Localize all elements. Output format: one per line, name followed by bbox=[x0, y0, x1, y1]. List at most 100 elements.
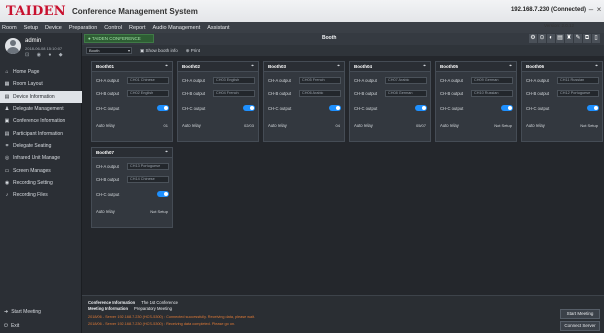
exit-label: Exit bbox=[10, 323, 20, 329]
menu-control[interactable]: Control bbox=[104, 25, 122, 31]
exit-button[interactable]: ⏻ Exit bbox=[0, 320, 82, 332]
ch-c-toggle[interactable] bbox=[157, 105, 169, 111]
ch-b-select[interactable]: CH12 Portuguese bbox=[557, 90, 599, 97]
pin-icon[interactable]: ⌖ bbox=[165, 63, 168, 69]
sidebar-item-home-page[interactable]: ⌂ Home Page bbox=[0, 66, 82, 78]
pin-icon[interactable]: ⌖ bbox=[251, 63, 254, 69]
conference-icon: ▣ bbox=[4, 118, 10, 125]
user-status-icons[interactable]: ⊡ ◉ ● ◆ bbox=[25, 52, 66, 58]
ch-b-select[interactable]: CH08 German bbox=[385, 90, 427, 97]
ch-a-select[interactable]: CH01 Chinese bbox=[127, 77, 169, 84]
home-icon: ⌂ bbox=[5, 69, 9, 76]
panel-icon[interactable]: ▯ bbox=[592, 34, 600, 43]
pin-icon[interactable]: ⌖ bbox=[509, 63, 512, 69]
booth-grid: Booth01 ⌖ CH-A output CH01 Chinese CH-B ou… bbox=[82, 56, 604, 328]
user-name: admin bbox=[25, 38, 42, 44]
sidebar-item-label: Delegate Seating bbox=[13, 142, 52, 149]
ch-b-select[interactable]: CH10 Russian bbox=[471, 90, 513, 97]
sidebar-item-participant-information[interactable]: ▤ Participant Information bbox=[0, 127, 82, 139]
pin-icon[interactable]: ⌖ bbox=[337, 63, 340, 69]
ch-c-toggle[interactable] bbox=[501, 105, 513, 111]
ch-a-label: CH-A output bbox=[268, 78, 291, 83]
minimize-icon[interactable]: – bbox=[587, 5, 595, 15]
ch-c-toggle[interactable] bbox=[587, 105, 599, 111]
ch-c-toggle[interactable] bbox=[243, 105, 255, 111]
sidebar-item-label: Recording Setting bbox=[13, 179, 53, 186]
sidebar-item-recording-setting[interactable]: ◉ Recording Setting bbox=[0, 177, 82, 189]
ch-c-toggle[interactable] bbox=[157, 191, 169, 197]
ch-a-select[interactable]: CH09 German bbox=[471, 77, 513, 84]
ch-b-label: CH-B output bbox=[440, 91, 464, 96]
ch-a-select[interactable]: CH11 Russian bbox=[557, 77, 599, 84]
ch-a-select[interactable]: CH05 French bbox=[299, 77, 341, 84]
ch-b-select[interactable]: CH04 French bbox=[213, 90, 255, 97]
ch-b-select[interactable]: CH06 Arabic bbox=[299, 90, 341, 97]
tower-icon[interactable]: ♜ bbox=[565, 34, 573, 43]
ch-b-label: CH-B output bbox=[526, 91, 550, 96]
sidebar-item-delegate-management[interactable]: ♟ Delegate Management bbox=[0, 103, 82, 115]
meeting-info-value: Preparatory Meeting bbox=[134, 306, 172, 311]
sidebar-item-label: Room Layout bbox=[13, 81, 43, 88]
sidebar-item-label: Conference Information bbox=[13, 118, 66, 125]
ch-a-select[interactable]: CH13 Portuguese bbox=[127, 163, 169, 170]
booth-title: Booth06 bbox=[526, 64, 544, 69]
ch-c-toggle[interactable] bbox=[415, 105, 427, 111]
show-booth-info-button[interactable]: ▣ Show booth info bbox=[140, 48, 178, 54]
target-icon[interactable]: ⊙ bbox=[538, 34, 546, 43]
copy-icon[interactable]: ⧉ bbox=[583, 34, 591, 43]
pin-icon[interactable]: ⌖ bbox=[165, 149, 168, 155]
info-bar: Conference Information The 1st Conference… bbox=[82, 295, 604, 333]
sidebar-item-delegate-seating[interactable]: ⌗ Delegate Seating bbox=[0, 140, 82, 152]
auto-relay-value: 05/07 bbox=[415, 123, 426, 128]
title-bar: TAIDEN Conference Management System 192.… bbox=[0, 0, 604, 22]
edit-icon[interactable]: ✎ bbox=[574, 34, 582, 43]
ch-a-select[interactable]: CH07 Arabic bbox=[385, 77, 427, 84]
booth-title: Booth01 bbox=[96, 64, 114, 69]
record-icon: ◉ bbox=[4, 179, 10, 186]
sidebar-item-recording-files[interactable]: ♪ Recording Files bbox=[0, 189, 82, 201]
pin-icon[interactable]: ⌖ bbox=[423, 63, 426, 69]
booth-select[interactable]: Booth bbox=[86, 47, 132, 54]
booth-title: Booth05 bbox=[440, 64, 458, 69]
start-meeting-side-button[interactable]: ➜ Start Meeting bbox=[0, 306, 82, 318]
ch-b-label: CH-B output bbox=[268, 91, 292, 96]
sidebar-item-infrared-unit-manage[interactable]: ◎ Infrared Unit Manage bbox=[0, 152, 82, 164]
auto-relay-label: Auto relay bbox=[354, 123, 373, 128]
sidebar-item-room-layout[interactable]: ▦ Room Layout bbox=[0, 78, 82, 90]
sidebar-item-screen-manages[interactable]: ▭ Screen Manages bbox=[0, 164, 82, 176]
menu-assistant[interactable]: Assistant bbox=[207, 25, 229, 31]
sidebar-item-label: Participant Information bbox=[13, 130, 64, 137]
menu-setup[interactable]: Setup bbox=[24, 25, 38, 31]
menu-audio-management[interactable]: Audio Management bbox=[153, 25, 201, 31]
ch-a-label: CH-A output bbox=[354, 78, 377, 83]
booth-title: Booth03 bbox=[268, 64, 286, 69]
taiden-logo: TAIDEN bbox=[6, 3, 66, 19]
exit-icon: ⏻ bbox=[4, 323, 8, 329]
pin-icon[interactable]: ⌖ bbox=[595, 63, 598, 69]
ch-c-toggle[interactable] bbox=[329, 105, 341, 111]
seating-icon: ⌗ bbox=[5, 142, 9, 149]
menu-preparation[interactable]: Preparation bbox=[69, 25, 97, 31]
connect-server-button[interactable]: Connect Server bbox=[560, 321, 600, 331]
ch-a-select[interactable]: CH03 English bbox=[213, 77, 255, 84]
top-strip: ● TAIDEN CONFERENCE Booth ⚙ ⊙ ◐ ▤ ♜ ✎ ⧉ … bbox=[82, 23, 604, 45]
grid-icon[interactable]: ▤ bbox=[556, 34, 564, 43]
ch-a-label: CH-A output bbox=[526, 78, 549, 83]
ch-c-label: CH-C output bbox=[440, 106, 464, 111]
close-icon[interactable]: × bbox=[595, 5, 603, 15]
ch-b-select[interactable]: CH02 English bbox=[127, 90, 169, 97]
ch-b-label: CH-B output bbox=[96, 177, 120, 182]
conference-info-value: The 1st Conference bbox=[141, 300, 179, 305]
sidebar-item-device-information[interactable]: ▤ Device Information bbox=[0, 90, 82, 103]
menu-report[interactable]: Report bbox=[129, 25, 146, 31]
menu-room[interactable]: Room bbox=[2, 25, 17, 31]
start-meeting-button[interactable]: Start Meeting bbox=[560, 309, 600, 319]
print-button[interactable]: ⊕ Print bbox=[186, 48, 200, 54]
settings-icon[interactable]: ⚙ bbox=[529, 34, 537, 43]
booth-card: Booth07 ⌖ CH-A output CH13 Portuguese CH-B… bbox=[91, 147, 173, 228]
ch-b-select[interactable]: CH14 Chinese bbox=[127, 176, 169, 183]
contrast-icon[interactable]: ◐ bbox=[547, 34, 555, 43]
booth-title: Booth02 bbox=[182, 64, 200, 69]
sidebar-item-conference-information[interactable]: ▣ Conference Information bbox=[0, 115, 82, 127]
menu-device[interactable]: Device bbox=[45, 25, 62, 31]
